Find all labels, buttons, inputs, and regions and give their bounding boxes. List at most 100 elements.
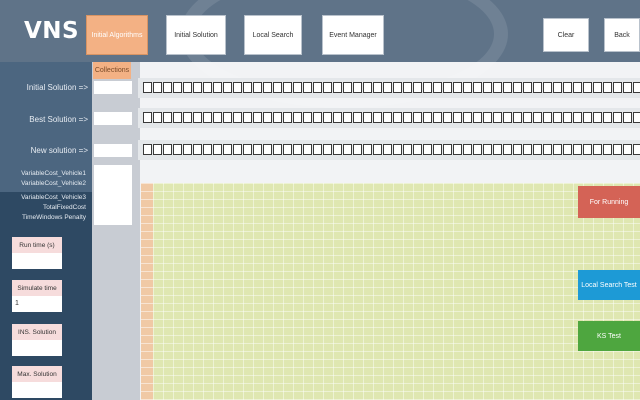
stat-max-solution: Max. Solution bbox=[12, 366, 62, 398]
solution-cell bbox=[623, 82, 632, 93]
solution-cell bbox=[573, 112, 582, 123]
solution-cell bbox=[493, 144, 502, 155]
solution-cell bbox=[573, 144, 582, 155]
solution-cell bbox=[333, 82, 342, 93]
ks-test-button[interactable]: KS Test bbox=[578, 321, 640, 351]
back-button[interactable]: Back bbox=[604, 18, 640, 52]
stat-value-field[interactable] bbox=[12, 382, 62, 398]
solution-cell bbox=[393, 144, 402, 155]
for-running-button[interactable]: For Running bbox=[578, 186, 640, 218]
solution-cell bbox=[173, 82, 182, 93]
variable-label-2: VariableCost_Vehicle2 bbox=[21, 180, 86, 187]
solution-cell bbox=[553, 112, 562, 123]
solution-cell bbox=[153, 112, 162, 123]
solution-cell bbox=[183, 82, 192, 93]
solution-cell bbox=[293, 112, 302, 123]
solution-cell bbox=[583, 112, 592, 123]
stat-value-field[interactable] bbox=[12, 253, 62, 269]
solution-cell bbox=[143, 112, 152, 123]
solution-cell bbox=[223, 82, 232, 93]
solution-cell bbox=[323, 144, 332, 155]
solution-cell bbox=[313, 144, 322, 155]
solution-cell bbox=[173, 144, 182, 155]
variable-label-4: TotalFixedCost bbox=[43, 204, 86, 211]
solution-cell bbox=[203, 112, 212, 123]
solution-cell bbox=[163, 82, 172, 93]
solution-cell bbox=[373, 144, 382, 155]
solution-cell bbox=[543, 144, 552, 155]
stat-run-time: Run time (s) bbox=[12, 237, 62, 269]
solution-cell bbox=[463, 144, 472, 155]
solution-cell bbox=[623, 112, 632, 123]
solution-cell bbox=[393, 82, 402, 93]
solution-cell bbox=[213, 112, 222, 123]
solution-cell bbox=[523, 144, 532, 155]
solution-cell bbox=[533, 144, 542, 155]
solution-cell bbox=[633, 82, 640, 93]
solution-cell bbox=[603, 82, 612, 93]
stat-label: INS. Solution bbox=[12, 324, 62, 340]
initial-solution-box bbox=[94, 81, 132, 94]
local-search-test-button[interactable]: Local Search Test bbox=[578, 270, 640, 300]
solution-cell bbox=[603, 144, 612, 155]
solution-cell bbox=[463, 112, 472, 123]
initial-solution-cells bbox=[143, 82, 640, 94]
simulation-grid[interactable] bbox=[143, 183, 640, 400]
initial-solution-button[interactable]: Initial Solution bbox=[166, 15, 226, 55]
solution-cell bbox=[203, 144, 212, 155]
solution-cell bbox=[353, 144, 362, 155]
clear-button[interactable]: Clear bbox=[543, 18, 589, 52]
solution-cell bbox=[283, 144, 292, 155]
stat-value-field[interactable]: 1 bbox=[12, 296, 62, 312]
solution-cell bbox=[313, 82, 322, 93]
solution-cell bbox=[283, 112, 292, 123]
solution-cell bbox=[193, 144, 202, 155]
solution-cell bbox=[273, 112, 282, 123]
event-manager-button[interactable]: Event Manager bbox=[322, 15, 384, 55]
solution-cell bbox=[193, 112, 202, 123]
solution-cell bbox=[533, 112, 542, 123]
solution-cell bbox=[213, 144, 222, 155]
solution-cell bbox=[403, 82, 412, 93]
grid-row-header bbox=[141, 183, 153, 400]
solution-cell bbox=[223, 144, 232, 155]
solution-cell bbox=[573, 82, 582, 93]
stat-simulate-time: Simulate time 1 bbox=[12, 280, 62, 312]
solution-cell bbox=[483, 82, 492, 93]
stat-ins-solution: INS. Solution bbox=[12, 324, 62, 356]
solution-cell bbox=[553, 144, 562, 155]
stat-value-field[interactable] bbox=[12, 340, 62, 356]
solution-cell bbox=[583, 82, 592, 93]
solution-cell bbox=[373, 112, 382, 123]
solution-cell bbox=[503, 112, 512, 123]
solution-cell bbox=[503, 82, 512, 93]
initial-algorithms-button[interactable]: Initial Algorithms bbox=[86, 15, 148, 55]
solution-cell bbox=[613, 112, 622, 123]
solution-cell bbox=[503, 144, 512, 155]
new-solution-box bbox=[94, 144, 132, 157]
solution-cell bbox=[533, 82, 542, 93]
solution-cell bbox=[283, 82, 292, 93]
solution-cell bbox=[473, 112, 482, 123]
best-solution-cells bbox=[143, 112, 640, 124]
solution-cell bbox=[423, 144, 432, 155]
solution-cell bbox=[453, 82, 462, 93]
solution-cell bbox=[253, 112, 262, 123]
solution-cell bbox=[523, 82, 532, 93]
solution-cell bbox=[153, 82, 162, 93]
new-solution-label: New solution => bbox=[30, 146, 88, 155]
collections-button[interactable]: Collections bbox=[93, 62, 131, 79]
solution-cell bbox=[453, 144, 462, 155]
solution-cell bbox=[263, 112, 272, 123]
solution-cell bbox=[543, 82, 552, 93]
local-search-button[interactable]: Local Search bbox=[244, 15, 302, 55]
variable-label-1: VariableCost_Vehicle1 bbox=[21, 170, 86, 177]
stat-label: Simulate time bbox=[12, 280, 62, 296]
solution-cell bbox=[143, 82, 152, 93]
app-title: VNS bbox=[24, 18, 80, 44]
solution-cell bbox=[343, 144, 352, 155]
variable-values-box bbox=[94, 165, 132, 225]
solution-cell bbox=[243, 144, 252, 155]
solution-cell bbox=[543, 112, 552, 123]
solution-cell bbox=[293, 144, 302, 155]
